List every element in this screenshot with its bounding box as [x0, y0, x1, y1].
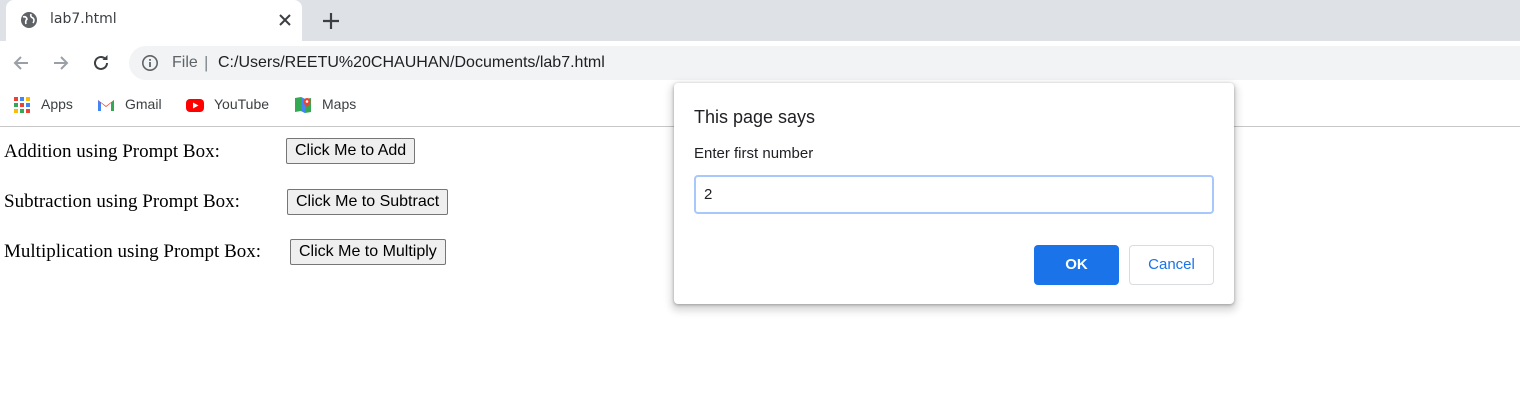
multiplication-label: Multiplication using Prompt Box: [4, 241, 262, 262]
tab-title: lab7.html [50, 11, 117, 27]
dialog-message: Enter first number [694, 145, 814, 162]
prompt-dialog: This page says Enter first number OK Can… [674, 83, 1234, 304]
cancel-button[interactable]: Cancel [1129, 245, 1214, 285]
globe-icon [21, 12, 37, 28]
youtube-icon [186, 99, 204, 112]
dialog-title: This page says [694, 107, 816, 127]
back-arrow-icon[interactable] [10, 52, 32, 74]
ok-button[interactable]: OK [1034, 245, 1119, 285]
address-bar[interactable]: File | C:/Users/REETU%20CHAUHAN/Document… [129, 46, 1520, 80]
bookmark-label: Gmail [125, 96, 162, 112]
reload-icon[interactable] [90, 52, 112, 74]
bookmark-label: YouTube [214, 96, 270, 112]
prompt-input[interactable] [694, 175, 1214, 214]
subtract-button[interactable]: Click Me to Subtract [287, 189, 449, 215]
bookmark-label: Apps [41, 96, 73, 112]
plus-icon[interactable] [320, 10, 342, 32]
tab-lab7[interactable]: lab7.html [6, 0, 302, 41]
info-icon[interactable] [141, 54, 159, 72]
bookmark-label: Maps [322, 96, 357, 112]
tab-strip: lab7.html [0, 0, 1520, 41]
url-text[interactable]: C:/Users/REETU%20CHAUHAN/Documents/lab7.… [218, 54, 605, 72]
maps-icon [295, 97, 311, 113]
browser-toolbar: File | C:/Users/REETU%20CHAUHAN/Document… [0, 41, 1520, 86]
subtraction-label: Subtraction using Prompt Box: [4, 191, 240, 212]
gmail-icon [98, 100, 114, 111]
url-scheme: File [172, 54, 198, 71]
url-separator: | [204, 53, 209, 72]
forward-arrow-icon[interactable] [50, 52, 72, 74]
multiply-button[interactable]: Click Me to Multiply [290, 239, 446, 265]
add-button[interactable]: Click Me to Add [286, 138, 416, 164]
addition-label: Addition using Prompt Box: [4, 141, 220, 162]
apps-grid-icon [14, 97, 30, 113]
close-icon[interactable] [276, 11, 294, 29]
